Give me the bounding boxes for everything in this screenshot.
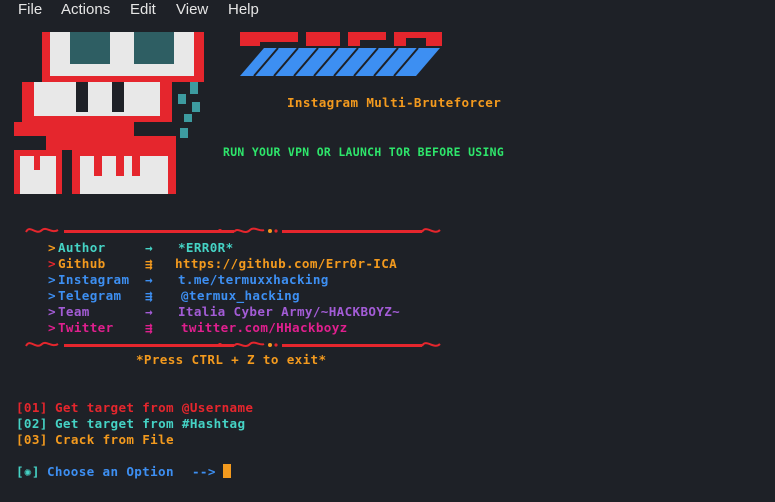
skull-ascii-art-icon: [14, 32, 204, 194]
arrow-icon: →: [145, 272, 153, 287]
info-bullet: >: [48, 256, 56, 271]
info-value-twitter: twitter.com/HHackboyz: [181, 320, 348, 335]
arrow-icon: →: [145, 240, 153, 255]
info-value-github: https://github.com/Err0r-ICA: [175, 256, 398, 271]
logo-ascii-art-icon: [240, 32, 442, 77]
menu-edit[interactable]: Edit: [130, 1, 156, 18]
prompt-bracket: [✺]: [16, 464, 40, 479]
info-label-telegram: Telegram: [58, 288, 122, 303]
info-value-instagram: t.me/termuxxhacking: [178, 272, 329, 287]
ornament-divider-top-icon: [25, 227, 441, 233]
info-value-telegram: @termux_hacking: [181, 288, 300, 303]
option-number: [02]: [16, 416, 48, 431]
prompt-text: Choose an Option: [47, 464, 174, 479]
menu-view[interactable]: View: [176, 1, 208, 18]
info-bullet: >: [48, 304, 56, 319]
info-label-team: Team: [58, 304, 90, 319]
arrow-icon: ⇶: [145, 320, 153, 335]
info-bullet: >: [48, 272, 56, 287]
info-label-twitter: Twitter: [58, 320, 114, 335]
option-text: Crack from File: [55, 432, 174, 447]
info-label-author: Author: [58, 240, 106, 255]
terminal-cursor: [223, 464, 231, 478]
subtitle: Instagram Multi-Bruteforcer: [287, 95, 502, 110]
info-value-team: Italia Cyber Army/~HACKBOYZ~: [178, 304, 401, 319]
info-label-github: Github: [58, 256, 106, 271]
arrow-icon: ⇶: [145, 288, 153, 303]
menu-actions[interactable]: Actions: [61, 1, 110, 18]
info-bullet: >: [48, 288, 56, 303]
vpn-warning: RUN YOUR VPN OR LAUNCH TOR BEFORE USING: [223, 145, 505, 159]
exit-hint: *Press CTRL + Z to exit*: [136, 352, 327, 367]
menu-file[interactable]: File: [18, 1, 42, 18]
arrow-icon: ⇶: [145, 256, 153, 271]
menu-bar: File Actions Edit View Help: [0, 0, 775, 20]
info-bullet: >: [48, 320, 56, 335]
info-bullet: >: [48, 240, 56, 255]
option-text: Get target from #Hashtag: [55, 416, 246, 431]
info-label-instagram: Instagram: [58, 272, 130, 287]
option-number: [01]: [16, 400, 48, 415]
terminal-output[interactable]: Instagram Multi-Bruteforcer RUN YOUR VPN…: [0, 20, 775, 502]
option-text: Get target from @Username: [55, 400, 254, 415]
menu-help[interactable]: Help: [228, 1, 259, 18]
arrow-icon: →: [145, 304, 153, 319]
prompt-arrow: -->: [192, 464, 216, 479]
info-value-author: *ERR0R*: [178, 240, 234, 255]
option-number: [03]: [16, 432, 48, 447]
